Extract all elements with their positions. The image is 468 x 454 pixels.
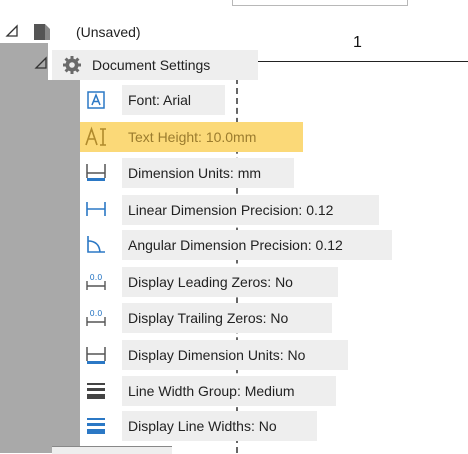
item-label: Display Dimension Units: No [128,347,306,363]
leading-zeros-icon: 0.0 [84,270,108,294]
tree-item-display-leading-zeros[interactable]: Display Leading Zeros: No [122,267,338,297]
item-label: Display Line Widths: No [128,418,277,434]
svg-text:0.0: 0.0 [90,273,103,282]
canvas-line [258,61,468,62]
item-label: Font: Arial [128,92,192,108]
tree-item-text-height[interactable]: Text Height: 10.0mm [80,122,303,152]
tree-root-unsaved[interactable]: (Unsaved) [70,17,168,47]
item-label: Line Width Group: Medium [128,383,295,399]
root-label: (Unsaved) [76,24,141,40]
tree-item-display-trailing-zeros[interactable]: Display Trailing Zeros: No [122,303,332,333]
tree-item-display-line-widths[interactable]: Display Line Widths: No [122,411,317,441]
tree-gutter-inner [48,80,80,453]
canvas-marker-number: 1 [353,34,362,51]
tree-item-dimension-units[interactable]: Dimension Units: mm [122,158,294,188]
item-label: Angular Dimension Precision: 0.12 [128,237,343,253]
font-icon [84,88,108,112]
collapse-triangle-icon[interactable] [5,24,19,38]
trailing-zeros-icon: 0.0 [84,306,108,330]
angular-dimension-icon [84,232,108,256]
item-label: Display Leading Zeros: No [128,274,293,290]
gear-icon [60,53,84,77]
linear-dimension-icon [84,197,108,221]
tree-item-font[interactable]: Font: Arial [122,85,225,115]
display-units-icon [84,343,108,367]
line-widths-icon [84,414,108,438]
dimension-units-icon [84,160,108,184]
svg-text:0.0: 0.0 [90,309,103,318]
tree-gutter [0,43,48,453]
item-label: Text Height: 10.0mm [128,129,257,145]
text-height-icon [84,125,108,149]
settings-label: Document Settings [92,57,211,73]
item-label: Display Trailing Zeros: No [128,310,289,326]
tree-item-angular-dimension-precision[interactable]: Angular Dimension Precision: 0.12 [122,230,392,260]
tree-item-display-dimension-units[interactable]: Display Dimension Units: No [122,340,348,370]
tree-item-linear-dimension-precision[interactable]: Linear Dimension Precision: 0.12 [122,195,379,225]
line-width-group-icon [84,379,108,403]
document-icon [30,20,54,44]
collapse-triangle-icon[interactable] [34,56,48,70]
item-label: Linear Dimension Precision: 0.12 [128,202,334,218]
tree-item-line-width-group[interactable]: Line Width Group: Medium [122,376,336,406]
item-label: Dimension Units: mm [128,165,262,181]
top-panel-edge [232,0,408,6]
